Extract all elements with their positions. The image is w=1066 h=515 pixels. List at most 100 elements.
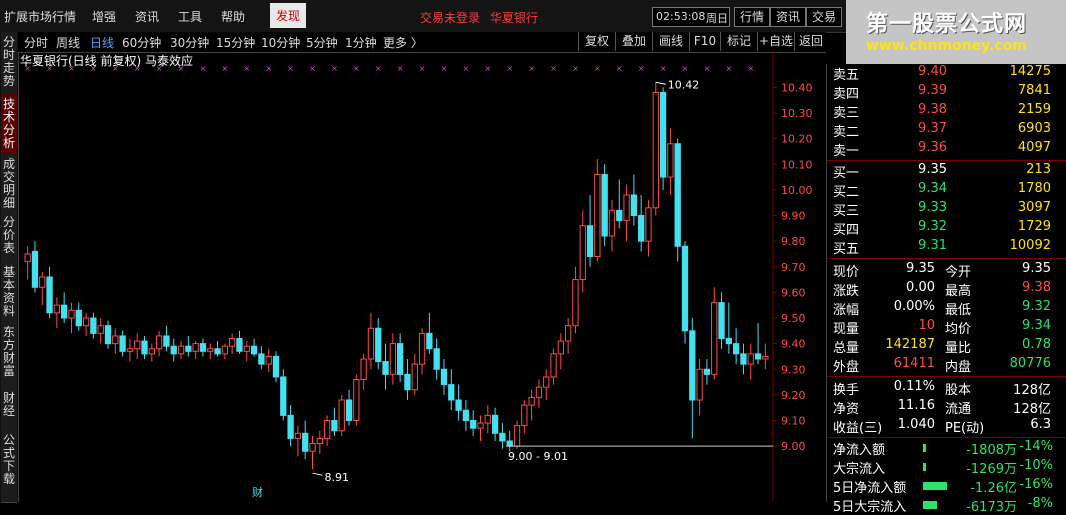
candle-body [601,174,608,237]
signal-marker: × [704,64,711,73]
stat-value: 128亿 [1013,383,1051,398]
candle-body [258,353,265,365]
stat-value: 128亿 [1013,402,1051,417]
signal-marker: × [200,64,207,73]
tab-formula-download[interactable]: 公式下载 [1,430,17,503]
stat-value: 9.35 [906,261,935,276]
candle-body [411,363,418,391]
trade-button[interactable]: 交易 [806,7,842,27]
flow-pct: -10% [1019,458,1053,473]
orderbook-price: 9.31 [918,238,947,253]
period-15min[interactable]: 15分钟 [216,34,255,51]
logo-title: 第一股票公式网 [866,12,1028,37]
candle-body [207,348,214,352]
period-weekly[interactable]: 周线 [56,34,80,51]
signal-marker: × [463,64,470,73]
orderbook-price: 9.39 [918,83,947,98]
orderbook-volume: 3097 [1017,200,1051,215]
adjust-button[interactable]: 复权 [578,32,615,51]
orderbook-row: 买五 9.31 10092 [827,238,1061,257]
candle-body [243,345,250,352]
orderbook-label: 卖五 [833,68,860,83]
signal-marker: × [243,64,250,73]
orderbook-volume: 6903 [1017,121,1051,136]
news-button[interactable]: 资讯 [770,7,806,27]
candle-body [740,353,747,365]
orderbook-row: 买二 9.34 1780 [827,181,1061,200]
candle-body [104,325,112,345]
orderbook-price: 9.40 [918,64,947,79]
low-label: 8.91 [325,471,350,484]
candle-body [229,338,236,347]
kline-chart[interactable]: 10.40 10.30 10.20 10.10 10.00 9.90 9.80 9.70 9.6… [18,52,826,502]
orderbook-row: 买三 9.33 3097 [827,200,1061,219]
menu-enhance[interactable]: 增强 [92,8,116,25]
candle-body [39,276,46,288]
period-toolbar: 分时 周线 日线 60分钟 30分钟 15分钟 10分钟 5分钟 1分钟 更多 … [18,32,826,53]
orderbook-row: 卖五 9.40 14275 [827,64,1061,83]
period-1min[interactable]: 1分钟 [345,34,377,51]
candle-body [762,355,769,360]
menu-help[interactable]: 帮助 [221,8,245,25]
candle-body [163,335,170,347]
stat-label: 净资 [833,402,860,417]
back-button[interactable]: 返回 [794,32,827,51]
candle-body [367,327,375,360]
site-logo: 第一股票公式网 www.chnmoney.com [846,0,1066,64]
price-tick-label: 9.30 [781,363,806,376]
candle-body [521,404,528,427]
candle-body [287,414,294,439]
menu-discover[interactable]: 发现 [270,3,307,28]
candle-body [667,143,674,178]
mark-button[interactable]: 标记 [720,32,757,51]
menu-extended-market[interactable]: 扩展市场行情 [4,8,76,25]
period-5min[interactable]: 5分钟 [306,34,338,51]
tab-eastmoney[interactable]: 东方财富 [1,322,17,383]
panel-divider [827,376,1066,377]
menu-tools[interactable]: 工具 [178,8,202,25]
stat-value: 9.35 [1022,261,1051,276]
candle-body [484,414,491,424]
tab-intraday[interactable]: 分时走势 [1,32,17,95]
stat-value: 9.34 [1022,318,1051,333]
stat-value: 0.78 [1022,337,1051,352]
stock-name-alert[interactable]: 华夏银行 [490,9,538,26]
tab-price-table[interactable]: 分价表 [1,212,17,263]
price-tick-label: 9.60 [781,286,806,299]
price-tick-label: 9.70 [781,261,806,274]
candle-body [711,302,718,375]
trade-login-status[interactable]: 交易未登录 [420,9,480,26]
orderbook-volume: 2159 [1017,102,1051,117]
period-daily[interactable]: 日线 [90,34,114,51]
signal-marker: × [725,64,732,73]
candle-body [557,340,564,355]
quote-button[interactable]: 行情 [734,7,770,27]
flow-value: -1269万 [966,462,1017,477]
candle-body [579,225,586,281]
candle-body [31,250,39,288]
add-watchlist-button[interactable]: +自选 [757,32,794,51]
high-label: 10.42 [668,78,700,91]
candle-body [221,345,229,355]
overlay-button[interactable]: 叠加 [615,32,652,51]
draw-line-button[interactable]: 画线 [652,32,689,51]
stat-value: 9.38 [1022,280,1051,295]
stat-label: 总量 [833,341,860,356]
period-30min[interactable]: 30分钟 [170,34,209,51]
tab-fundamentals[interactable]: 基本资料 [1,262,17,323]
orderbook-volume: 4097 [1017,140,1051,155]
tab-finance[interactable]: 财经 [1,382,17,437]
period-10min[interactable]: 10分钟 [261,34,300,51]
menu-info[interactable]: 资讯 [135,8,159,25]
tab-trade-detail[interactable]: 成交明细 [1,154,17,213]
tab-technical[interactable]: 技术分析 [1,94,17,155]
period-more[interactable]: 更多 〉 [383,34,423,51]
price-tick-label: 9.00 [781,440,806,453]
signal-marker: × [550,64,557,73]
period-60min[interactable]: 60分钟 [122,34,161,51]
f10-button[interactable]: F10 [689,32,720,51]
candle-body [236,338,243,352]
panel-divider [827,437,1066,438]
period-intraday[interactable]: 分时 [24,34,48,51]
signal-marker: × [375,64,382,73]
